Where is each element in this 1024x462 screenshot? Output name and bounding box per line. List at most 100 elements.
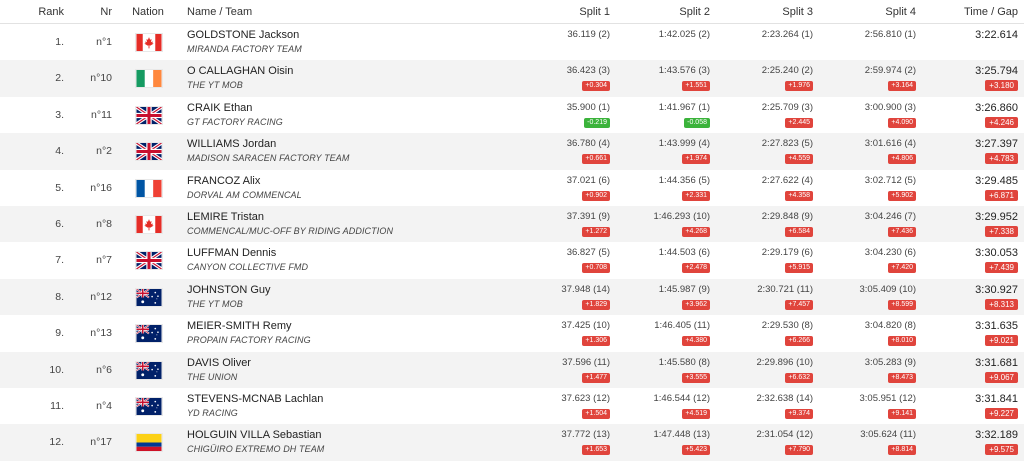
- rider-cell: STEVENS-MCNAB Lachlan YD RACING: [187, 388, 517, 424]
- table-row[interactable]: 12. n°17 HOLGUIN VILLA Sebastian CHIGÜIR…: [0, 424, 1024, 461]
- table-row[interactable]: 9. n°13 MEIER-SMITH Remy PROPAIN FACTORY…: [0, 315, 1024, 351]
- rider-cell: HOLGUIN VILLA Sebastian CHIGÜIRO EXTREMO…: [187, 424, 517, 460]
- header-name-team[interactable]: Name / Team: [187, 0, 517, 23]
- split-2-gap-badge: +2.331: [682, 190, 710, 201]
- split-3-time: 2:29.530 (8): [761, 320, 813, 332]
- total-time-cell: 3:25.794 +3.180: [916, 60, 1018, 96]
- bib-number: n°8: [96, 217, 112, 230]
- total-time: 3:30.927: [975, 283, 1018, 296]
- split-2-cell: 1:46.293 (10) +4.268: [610, 206, 710, 242]
- bib-number: n°17: [90, 436, 112, 449]
- header-split-2[interactable]: Split 2: [610, 0, 710, 23]
- table-row[interactable]: 11. n°4 STEVENS-MCNAB Lachlan YD RACING …: [0, 388, 1024, 424]
- colombia-flag-icon: [135, 433, 163, 453]
- table-row[interactable]: 7. n°7 LUFFMAN Dennis CANYON COLLECTIVE …: [0, 242, 1024, 278]
- rider-name[interactable]: CRAIK Ethan: [187, 102, 252, 114]
- total-gap-badge: +4.246: [985, 116, 1018, 128]
- table-row[interactable]: 1. n°1 GOLDSTONE Jackson MIRANDA FACTORY…: [0, 24, 1024, 60]
- rider-name[interactable]: JOHNSTON Guy: [187, 284, 271, 296]
- split-2-time: 1:45.987 (9): [658, 283, 710, 295]
- total-time: 3:31.841: [975, 392, 1018, 405]
- nation-cell: [122, 242, 174, 278]
- total-time: 3:31.681: [975, 356, 1018, 369]
- rider-name[interactable]: LUFFMAN Dennis: [187, 247, 276, 259]
- rider-name[interactable]: MEIER-SMITH Remy: [187, 320, 292, 332]
- split-2-time: 1:46.544 (12): [653, 392, 710, 404]
- rider-cell: GOLDSTONE Jackson MIRANDA FACTORY TEAM: [187, 24, 517, 60]
- rider-cell: LEMIRE Tristan COMMENCAL/MUC-OFF BY RIDI…: [187, 206, 517, 242]
- split-3-cell: 2:29.848 (9) +6.584: [710, 206, 813, 242]
- nation-cell: [122, 97, 174, 133]
- split-4-cell: 3:04.246 (7) +7.436: [813, 206, 916, 242]
- rider-name[interactable]: STEVENS-MCNAB Lachlan: [187, 393, 323, 405]
- total-time: 3:22.614: [975, 29, 1018, 41]
- split-1-cell: 35.900 (1) -0.219: [510, 97, 610, 133]
- split-2-time: 1:47.448 (13): [653, 429, 710, 441]
- nation-cell: [122, 279, 174, 315]
- split-2-gap-badge: +3.962: [682, 299, 710, 310]
- rank: 7.: [55, 254, 64, 267]
- table-row[interactable]: 2. n°10 O CALLAGHAN Oisin THE YT MOB 36.…: [0, 60, 1024, 97]
- split-1-gap-badge: -0.219: [584, 117, 610, 128]
- rank: 12.: [49, 436, 64, 449]
- nation-cell: [122, 424, 174, 460]
- split-3-gap-badge: +7.457: [785, 299, 813, 310]
- split-3-cell: 2:29.896 (10) +6.632: [710, 352, 813, 388]
- split-2-time: 1:44.503 (6): [658, 247, 710, 259]
- australia-flag-icon: [135, 360, 163, 380]
- table-row[interactable]: 8. n°12 JOHNSTON Guy THE YT MOB 37.948 (…: [0, 278, 1024, 316]
- split-1-time: 36.780 (4): [566, 138, 610, 150]
- header-rank[interactable]: Rank: [0, 0, 64, 23]
- split-2-time: 1:42.025 (2): [658, 29, 710, 40]
- nation-cell: [122, 60, 174, 96]
- total-gap-badge: +8.313: [985, 298, 1018, 310]
- ireland-flag-icon: [135, 69, 163, 89]
- team-name: YD RACING: [187, 407, 238, 418]
- split-2-cell: 1:46.405 (11) +4.380: [610, 315, 710, 351]
- table-row[interactable]: 6. n°8 LEMIRE Tristan COMMENCAL/MUC-OFF …: [0, 205, 1024, 243]
- rider-name[interactable]: FRANCOZ Alix: [187, 175, 260, 187]
- split-2-gap-badge: -0.058: [684, 117, 710, 128]
- table-row[interactable]: 3. n°11 CRAIK Ethan GT FACTORY RACING 35…: [0, 97, 1024, 133]
- rider-name[interactable]: GOLDSTONE Jackson: [187, 29, 299, 41]
- rider-name[interactable]: DAVIS Oliver: [187, 357, 251, 369]
- rider-name[interactable]: HOLGUIN VILLA Sebastian: [187, 429, 322, 441]
- bib-number: n°13: [90, 327, 112, 340]
- split-3-time: 2:30.721 (11): [757, 283, 813, 295]
- split-1-time: 37.021 (6): [566, 174, 610, 186]
- split-3-time: 2:27.823 (5): [761, 138, 813, 150]
- split-2-gap-badge: +4.268: [682, 226, 710, 237]
- table-row[interactable]: 10. n°6 DAVIS Oliver THE UNION 37.596 (1…: [0, 351, 1024, 388]
- rider-name[interactable]: O CALLAGHAN Oisin: [187, 65, 293, 77]
- total-time: 3:26.860: [975, 101, 1018, 114]
- split-2-gap-badge: +4.380: [682, 336, 710, 347]
- team-name: THE YT MOB: [187, 298, 243, 309]
- split-3-cell: 2:30.721 (11) +7.457: [710, 279, 813, 315]
- split-1-cell: 36.780 (4) +0.661: [510, 133, 610, 169]
- rider-name[interactable]: LEMIRE Tristan: [187, 211, 264, 223]
- header-time-gap[interactable]: Time / Gap: [916, 0, 1018, 23]
- split-3-cell: 2:27.622 (4) +4.358: [710, 170, 813, 206]
- header-split-1[interactable]: Split 1: [510, 0, 610, 23]
- split-1-time: 37.425 (10): [561, 320, 610, 332]
- australia-flag-icon: [135, 324, 163, 344]
- total-time: 3:29.952: [975, 210, 1018, 223]
- team-name: DORVAL AM COMMENCAL: [187, 189, 302, 200]
- split-4-cell: 3:05.951 (12) +9.141: [813, 388, 916, 424]
- rider-name[interactable]: WILLIAMS Jordan: [187, 138, 276, 150]
- header-nr[interactable]: Nr: [64, 0, 112, 23]
- rider-cell: FRANCOZ Alix DORVAL AM COMMENCAL: [187, 170, 517, 206]
- rider-cell: MEIER-SMITH Remy PROPAIN FACTORY RACING: [187, 315, 517, 351]
- split-1-gap-badge: +1.653: [582, 445, 610, 456]
- split-1-gap-badge: +0.661: [582, 154, 610, 165]
- table-row[interactable]: 5. n°16 FRANCOZ Alix DORVAL AM COMMENCAL…: [0, 170, 1024, 206]
- header-split-3[interactable]: Split 3: [710, 0, 813, 23]
- split-4-time: 3:01.616 (4): [864, 138, 916, 150]
- split-2-cell: 1:45.580 (8) +3.555: [610, 352, 710, 388]
- split-1-cell: 37.948 (14) +1.829: [510, 279, 610, 315]
- bib-number: n°2: [96, 145, 112, 158]
- header-split-4[interactable]: Split 4: [813, 0, 916, 23]
- header-nation[interactable]: Nation: [122, 0, 174, 23]
- table-row[interactable]: 4. n°2 WILLIAMS Jordan MADISON SARACEN F…: [0, 133, 1024, 170]
- split-4-gap-badge: +8.473: [888, 372, 916, 383]
